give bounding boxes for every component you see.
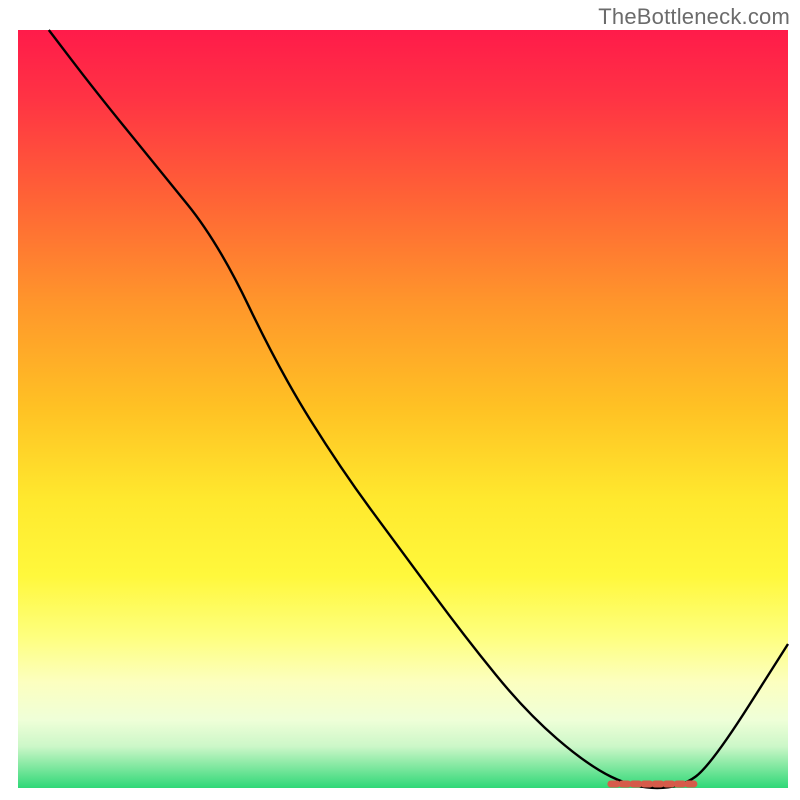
- watermark-text: TheBottleneck.com: [598, 4, 790, 30]
- plot-background: [18, 30, 788, 788]
- chart-svg: [0, 0, 800, 800]
- chart-stage: TheBottleneck.com: [0, 0, 800, 800]
